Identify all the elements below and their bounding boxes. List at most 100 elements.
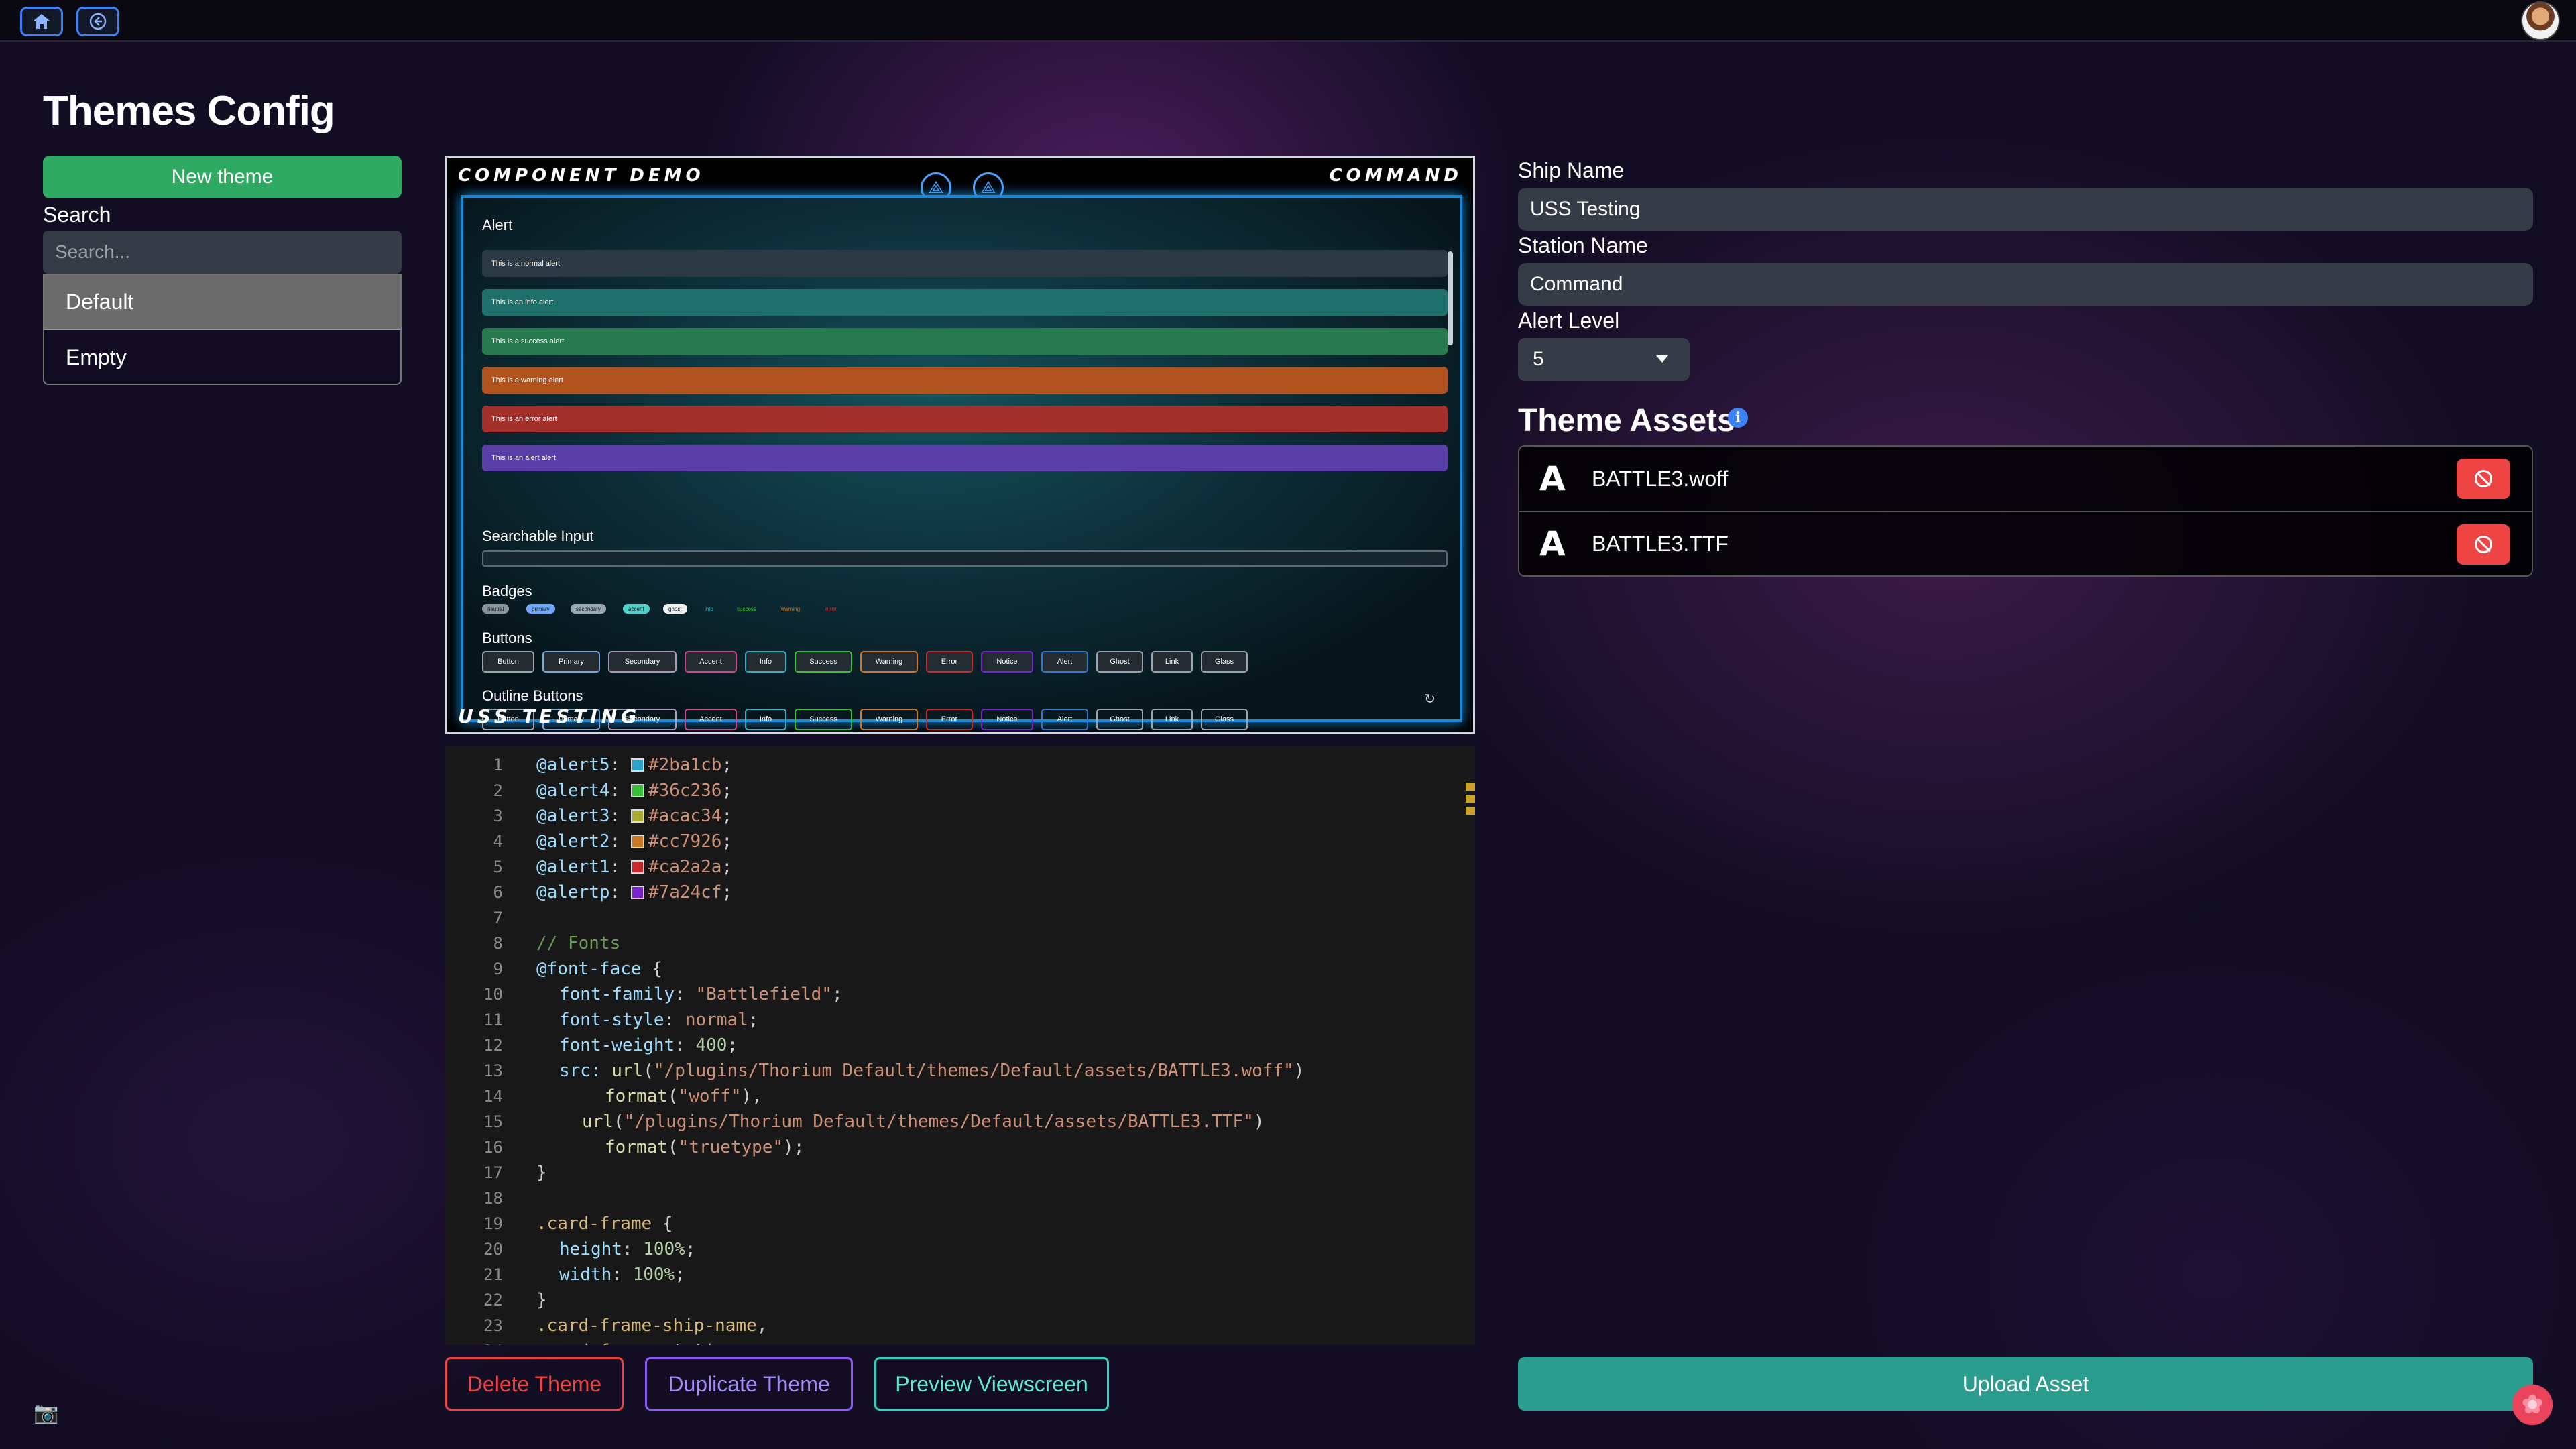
theme-item-default[interactable]: Default (44, 275, 400, 330)
duplicate-theme-button[interactable]: Duplicate Theme (645, 1357, 853, 1411)
code-editor[interactable]: 1 @alert5: #2ba1cb; 2 @alert4: #36c236; 3 @al… (445, 746, 1475, 1345)
code-line: 13 src: url("/plugins/Thorium Default/the… (445, 1058, 1475, 1084)
demo-outline-button[interactable]: Error (926, 709, 973, 730)
station-name-input[interactable]: Command (1518, 263, 2533, 306)
buttons-section-title: Buttons (482, 630, 532, 646)
color-swatch (630, 860, 644, 874)
demo-alert: This is a normal alert (482, 250, 1448, 277)
devtools-icon[interactable]: ✿ (2509, 1381, 2556, 1428)
code-line: 18 (445, 1185, 1475, 1211)
demo-outline-button[interactable]: Ghost (1096, 709, 1143, 730)
delete-theme-button[interactable]: Delete Theme (445, 1357, 624, 1411)
camera-icon[interactable]: 📷 (34, 1401, 58, 1425)
info-icon[interactable]: i (1728, 408, 1748, 428)
line-number: 19 (483, 1214, 503, 1233)
search-input[interactable] (43, 231, 402, 274)
code-text: .card-frame { (536, 1214, 673, 1234)
line-number: 5 (493, 858, 503, 876)
demo-alert: This is an error alert (482, 406, 1448, 432)
code-line: 2 @alert4: #36c236; (445, 778, 1475, 803)
theme-item-empty[interactable]: Empty (44, 330, 400, 384)
preview-scrollbar[interactable] (1448, 251, 1453, 345)
demo-outline-button[interactable]: Glass (1201, 709, 1248, 730)
demo-alert: This is an alert alert (482, 445, 1448, 471)
color-swatch (630, 809, 644, 823)
demo-button[interactable]: Ghost (1096, 651, 1143, 673)
demo-badge: neutral (482, 604, 510, 614)
code-text: height: 100%; (559, 1239, 696, 1259)
demo-alert: This is a success alert (482, 328, 1448, 355)
search-label: Search (43, 202, 111, 227)
home-button[interactable] (20, 7, 63, 36)
new-theme-button[interactable]: New theme (43, 156, 402, 198)
caret-down-icon (1656, 355, 1668, 363)
preview-ship-name: USS Testing (458, 705, 641, 728)
code-line: 8 // Fonts (445, 931, 1475, 956)
demo-outline-button[interactable]: Link (1151, 709, 1193, 730)
asset-name: BATTLE3.woff (1592, 466, 1729, 491)
color-swatch (630, 886, 644, 899)
code-line: 22} (445, 1287, 1475, 1313)
asset-name: BATTLE3.TTF (1592, 531, 1729, 556)
top-bar (0, 0, 2576, 42)
demo-button[interactable]: Error (926, 651, 973, 673)
upload-asset-button[interactable]: Upload Asset (1518, 1357, 2533, 1411)
line-number: 6 (493, 883, 503, 902)
preview-card-frame: Alert This is a normal alert This is an i… (461, 195, 1462, 730)
code-text: url("/plugins/Thorium Default/themes/Def… (582, 1112, 1265, 1132)
theme-preview: Component Demo Command ⟁ ⟁ Alert This is… (445, 156, 1475, 734)
line-number: 7 (493, 909, 503, 927)
code-text: format("woff"), (605, 1086, 762, 1106)
line-number: 22 (483, 1291, 503, 1310)
demo-button[interactable]: Warning (860, 651, 918, 673)
code-line: 23 .card-frame-ship-name, (445, 1313, 1475, 1338)
demo-button[interactable]: Info (745, 651, 786, 673)
demo-badge: error (825, 605, 837, 612)
code-text: @alert5: #2ba1cb; (536, 755, 733, 775)
demo-outline-button[interactable]: Info (745, 709, 786, 730)
demo-searchable-input[interactable] (482, 550, 1448, 567)
home-icon (34, 14, 50, 29)
font-icon: A (1539, 524, 1566, 563)
demo-outline-button[interactable]: Success (795, 709, 852, 730)
code-text: @alert4: #36c236; (536, 780, 733, 801)
line-number: 12 (483, 1036, 503, 1055)
demo-button[interactable]: Glass (1201, 651, 1248, 673)
code-text: @alert1: #ca2a2a; (536, 857, 733, 877)
demo-outline-button[interactable]: Accent (685, 709, 737, 730)
page-title: Themes Config (43, 88, 335, 134)
demo-button[interactable]: Notice (981, 651, 1033, 673)
line-number: 16 (483, 1138, 503, 1157)
code-line: 4 @alert2: #cc7926; (445, 829, 1475, 854)
demo-badge: warning (781, 605, 801, 612)
demo-button[interactable]: Secondary (608, 651, 677, 673)
code-line: 21 width: 100%; (445, 1262, 1475, 1287)
demo-alert: This is a warning alert (482, 367, 1448, 394)
refresh-icon[interactable]: ↻ (1424, 691, 1436, 707)
demo-outline-button[interactable]: Warning (860, 709, 918, 730)
ship-name-input[interactable]: USS Testing (1518, 188, 2533, 231)
code-text: format("truetype"); (605, 1137, 805, 1157)
code-text: width: 100%; (559, 1265, 685, 1285)
preview-viewscreen-button[interactable]: Preview Viewscreen (874, 1357, 1109, 1411)
code-text: // Fonts (536, 933, 621, 953)
avatar[interactable] (2521, 1, 2560, 40)
code-text: font-style: normal; (559, 1010, 759, 1030)
demo-button[interactable]: Button (482, 651, 534, 673)
demo-button[interactable]: Accent (685, 651, 737, 673)
code-line: 9 @font-face { (445, 956, 1475, 982)
demo-button[interactable]: Success (795, 651, 852, 673)
preview-station-name: Command (1329, 166, 1462, 186)
back-button[interactable] (76, 7, 119, 36)
demo-button[interactable]: Alert (1041, 651, 1088, 673)
demo-outline-button[interactable]: Notice (981, 709, 1033, 730)
demo-badge: primary (526, 604, 555, 614)
demo-button[interactable]: Primary (542, 651, 600, 673)
asset-list: A BATTLE3.woff A BATTLE3.TTF (1518, 445, 2533, 577)
demo-button[interactable]: Link (1151, 651, 1193, 673)
demo-outline-button[interactable]: Alert (1041, 709, 1088, 730)
demo-badge: ghost (663, 604, 687, 614)
delete-asset-button[interactable] (2457, 524, 2510, 565)
delete-asset-button[interactable] (2457, 459, 2510, 499)
code-line: 17} (445, 1160, 1475, 1185)
